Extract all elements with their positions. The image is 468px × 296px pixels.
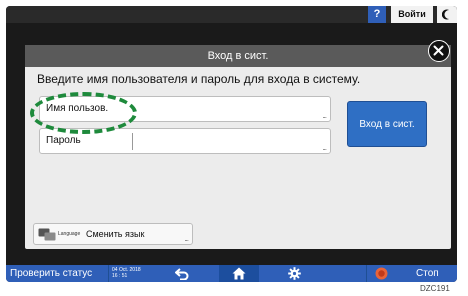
username-ellipsis: ... bbox=[322, 111, 327, 120]
help-button[interactable]: ? bbox=[368, 6, 386, 23]
date-time-display: 04 Oct. 2018 16 : 51 bbox=[112, 267, 141, 279]
bottom-divider bbox=[366, 265, 367, 282]
time-text: 16 : 51 bbox=[112, 273, 128, 279]
change-language-label: Сменить язык bbox=[86, 229, 145, 239]
settings-button[interactable] bbox=[288, 267, 301, 282]
language-icon bbox=[38, 228, 56, 241]
moon-icon bbox=[442, 9, 449, 20]
login-button[interactable]: Войти bbox=[391, 6, 433, 23]
language-small-label: Language bbox=[58, 231, 81, 237]
stop-label[interactable]: Стоп bbox=[416, 266, 439, 281]
stop-icon bbox=[375, 267, 388, 280]
password-cursor bbox=[132, 133, 133, 150]
home-icon bbox=[232, 267, 246, 280]
close-icon bbox=[433, 45, 444, 56]
top-bar: ? Войти bbox=[6, 6, 457, 23]
username-label: Имя пользов. bbox=[46, 103, 109, 114]
back-icon bbox=[175, 268, 189, 281]
check-status-button[interactable]: Проверить статус bbox=[10, 266, 92, 281]
night-mode-button[interactable] bbox=[437, 6, 457, 23]
login-dialog: Вход в сист. Введите имя пользователя и … bbox=[25, 40, 451, 249]
bottom-bar: Проверить статус 04 Oct. 2018 16 : 51 Ст… bbox=[6, 265, 457, 282]
gear-icon bbox=[288, 267, 301, 280]
bottom-divider bbox=[108, 265, 109, 282]
stop-button[interactable] bbox=[375, 267, 388, 282]
close-button[interactable] bbox=[428, 40, 450, 62]
password-label: Пароль bbox=[46, 135, 81, 146]
dialog-title: Вход в сист. bbox=[25, 45, 451, 67]
home-button[interactable] bbox=[219, 265, 259, 282]
device-screen: ? Войти Вход в сист. Введите имя пользов… bbox=[6, 6, 457, 282]
change-language-button[interactable]: Language Сменить язык ... bbox=[33, 223, 193, 245]
login-submit-button[interactable]: Вход в сист. bbox=[347, 101, 427, 147]
username-field[interactable]: Имя пользов. ... bbox=[39, 96, 331, 122]
language-ellipsis: ... bbox=[184, 234, 189, 243]
password-field[interactable]: Пароль ... bbox=[39, 128, 331, 154]
back-button[interactable] bbox=[175, 267, 189, 282]
figure-code: DZC191 bbox=[420, 284, 450, 293]
login-instruction: Введите имя пользователя и пароль для вх… bbox=[37, 72, 361, 86]
password-ellipsis: ... bbox=[322, 143, 327, 152]
